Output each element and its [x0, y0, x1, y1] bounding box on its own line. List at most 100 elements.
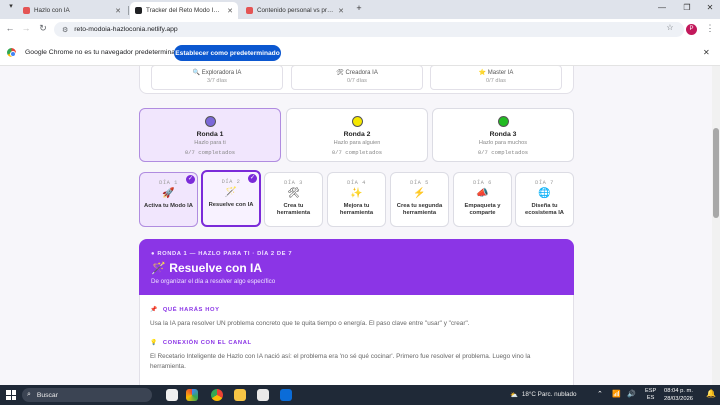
megaphone-icon: 📣: [476, 188, 489, 199]
notifications-icon[interactable]: 🔔: [706, 389, 716, 398]
outlook-icon[interactable]: [280, 389, 292, 401]
weather-text: 18°C Parc. nublado: [521, 391, 577, 398]
volume-icon[interactable]: 🔊: [627, 390, 636, 398]
lightbulb-icon: 💡: [150, 340, 158, 346]
magic-wand-icon: 🪄: [151, 261, 166, 275]
day-number: DÍA 4: [347, 180, 366, 186]
section-heading-que-haras: 📌 QUÉ HARÁS HOY: [150, 307, 220, 313]
ronda-1-card[interactable]: Ronda 1 Hazlo para ti 0/7 completados: [139, 108, 281, 162]
ronda-title: Ronda 1: [196, 131, 224, 138]
close-tab-icon[interactable]: ✕: [338, 7, 344, 15]
close-infobar-icon[interactable]: ✕: [703, 48, 710, 57]
tab-tracker[interactable]: Tracker del Reto Modo IA — Ha... ✕: [130, 2, 238, 19]
ronda-title: Ronda 3: [489, 131, 517, 138]
close-tab-icon[interactable]: ✕: [227, 7, 233, 15]
infobar-text: Google Chrome no es tu navegador predete…: [25, 49, 183, 56]
weather-widget[interactable]: ⛅ 18°C Parc. nublado: [510, 391, 577, 399]
ronda-subtitle: Hazlo para ti: [194, 140, 226, 146]
forward-arrow-icon[interactable]: →: [20, 23, 32, 33]
file-explorer-icon[interactable]: [234, 389, 246, 401]
reload-icon[interactable]: ↻: [37, 23, 49, 34]
netlify-favicon-icon: [135, 7, 142, 14]
day-number: DÍA 6: [473, 180, 492, 186]
ronda-2-card[interactable]: Ronda 2 Hazlo para alguien 0/7 completad…: [286, 108, 428, 162]
detail-subtitle: De organizar el día a resolver algo espe…: [151, 278, 276, 285]
level-title: Creadora IA: [345, 70, 378, 76]
copilot-icon[interactable]: [186, 389, 198, 401]
search-icon: ⌕: [27, 391, 31, 398]
level-progress: 0/7 días: [347, 78, 367, 84]
tab-separator: [128, 6, 129, 15]
ronda-color-dot: [204, 116, 216, 127]
day-label: Mejora tu herramienta: [339, 203, 374, 217]
wifi-icon[interactable]: 📶: [612, 390, 621, 398]
detail-title: 🪄 Resuelve con IA: [151, 261, 262, 275]
ronda-completed: 0/7 completados: [331, 149, 383, 156]
section-heading-text: CONEXIÓN CON EL CANAL: [162, 340, 252, 346]
cloud-icon: ⛅: [510, 392, 518, 399]
day-7-card[interactable]: DÍA 7 🌐 Diseña tu ecosistema IA: [515, 172, 574, 227]
tools-icon: 🛠: [336, 70, 344, 76]
day-3-card[interactable]: DÍA 3 🛠 Crea tu herramienta: [264, 172, 323, 227]
day-1-card[interactable]: ✓ DÍA 1 🚀 Activa tu Modo IA: [139, 172, 198, 227]
minimize-icon[interactable]: —: [655, 3, 669, 12]
youtube-favicon-icon: [23, 7, 30, 14]
menu-kebab-icon[interactable]: ⋮: [704, 23, 716, 34]
address-bar[interactable]: ⚙ reto-modoia-hazloconia.netlify.app: [54, 22, 684, 37]
close-tab-icon[interactable]: ✕: [115, 7, 121, 15]
windows-start-icon[interactable]: [6, 390, 16, 400]
profile-avatar[interactable]: P: [686, 24, 697, 35]
day-label: Resuelve con IA: [208, 202, 254, 208]
restore-icon[interactable]: ❐: [680, 3, 694, 12]
level-master: ⭐ Master IA 0/7 días: [430, 66, 562, 90]
back-arrow-icon[interactable]: ←: [4, 23, 16, 33]
new-tab-plus-icon[interactable]: +: [352, 3, 366, 13]
level-progress: 0/7 días: [486, 78, 506, 84]
day-2-card[interactable]: ✓ DÍA 2 🪄 Resuelve con IA: [201, 170, 261, 227]
tools-icon: 🛠: [287, 188, 300, 199]
ronda-3-card[interactable]: Ronda 3 Hazlo para muchos 0/7 completado…: [432, 108, 574, 162]
tray-chevron-icon[interactable]: ⌃: [597, 390, 603, 398]
bookmark-star-icon[interactable]: ☆: [664, 23, 676, 32]
star-icon: ⭐: [478, 70, 487, 76]
detail-kicker: ● RONDA 1 — HAZLO PARA TI · DÍA 2 DE 7: [151, 251, 293, 257]
taskbar-search[interactable]: ⌕ Buscar: [22, 388, 152, 402]
check-icon: ✓: [186, 175, 195, 184]
clock[interactable]: 08:04 p. m. 28/03/2026: [664, 388, 693, 403]
detail-title-text: Resuelve con IA: [169, 261, 262, 275]
day-label: Empaqueta y comparte: [464, 203, 501, 217]
ronda-title: Ronda 2: [343, 131, 371, 138]
tab-hazlo-con-ia[interactable]: Hazlo con IA ✕: [18, 2, 126, 19]
lightning-icon: ⚡: [413, 188, 426, 199]
browser-toolbar: ← → ↻ ⚙ reto-modoia-hazloconia.netlify.a…: [0, 19, 720, 40]
close-window-icon[interactable]: ✕: [703, 3, 717, 12]
section-text: Usa la IA para resolver UN problema conc…: [150, 320, 470, 327]
url-text: reto-modoia-hazloconia.netlify.app: [74, 26, 178, 33]
day-5-card[interactable]: DÍA 5 ⚡ Crea tu segunda herramienta: [390, 172, 449, 227]
chrome-taskbar-icon[interactable]: [211, 389, 223, 401]
scrollbar-thumb[interactable]: [713, 128, 719, 218]
task-view-icon[interactable]: [166, 389, 178, 401]
store-icon[interactable]: [257, 389, 269, 401]
day-label: Crea tu segunda herramienta: [396, 203, 443, 217]
day-detail-body: 📌 QUÉ HARÁS HOY Usa la IA para resolver …: [139, 295, 574, 385]
level-progress: 3/7 días: [207, 78, 227, 84]
level-exploradora: 🔍 Exploradora IA 3/7 días: [151, 66, 283, 90]
day-number: DÍA 5: [410, 180, 429, 186]
set-default-button[interactable]: Establecer como predeterminado: [174, 45, 281, 61]
section-text: El Recetario Inteligente de Hazlo con IA…: [150, 353, 531, 371]
tab-title: Contenido personal vs profesio...: [257, 7, 334, 14]
search-label: Buscar: [36, 391, 58, 399]
sparkles-icon: ✨: [350, 188, 363, 199]
tab-search-icon[interactable]: ▾: [4, 2, 18, 10]
tab-contenido-personal[interactable]: Contenido personal vs profesio... ✕: [241, 2, 349, 19]
site-info-icon[interactable]: ⚙: [62, 26, 68, 34]
level-creadora: 🛠 Creadora IA 0/7 días: [291, 66, 423, 90]
clock-date: 28/03/2026: [664, 395, 694, 402]
day-4-card[interactable]: DÍA 4 ✨ Mejora tu herramienta: [327, 172, 386, 227]
page-scrollbar[interactable]: [712, 66, 720, 385]
day-6-card[interactable]: DÍA 6 📣 Empaqueta y comparte: [453, 172, 512, 227]
lang-layout: ES: [646, 395, 655, 402]
chrome-logo-icon: [7, 48, 16, 57]
language-indicator[interactable]: ESP ES: [645, 388, 656, 403]
